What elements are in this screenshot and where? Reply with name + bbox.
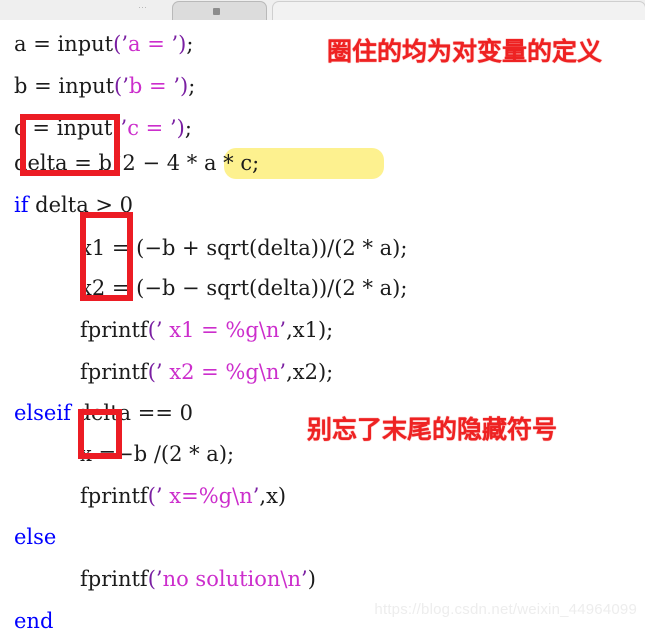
code-text: ) [307,567,316,591]
code-text: ,x) [259,484,287,508]
code-text: (’ [147,484,163,508]
code-text: x2 = %g\n [162,360,280,384]
code-line-end: end [14,611,53,632]
code-text: no solution\n [162,567,302,591]
code-text: ; [184,116,192,140]
code-text: x=%g\n [162,484,253,508]
code-text: (’ [147,567,163,591]
code-text: ’) [171,32,187,56]
annotation-note-top: 圈住的均为对变量的定义 [327,37,603,66]
annotation-box-x [78,409,122,459]
code-text: ’ [301,567,308,591]
code-text: ’) [169,116,185,140]
annotation-box-x1-x2 [80,212,133,301]
watermark-url: https://blog.csdn.net/weixin_44964099 [374,601,637,618]
code-line-fprintf-nosol: fprintf(’no solution\n’) [80,569,316,590]
keyword-if: if [14,193,29,217]
code-text: a = [128,32,172,56]
code-text: fprintf [80,484,148,508]
code-text: b = [128,74,174,98]
code-text: fprintf [80,318,148,342]
code-text: fprintf [80,360,148,384]
code-text: c = [127,116,170,140]
code-text: fprintf [80,567,148,591]
code-line-b-input: b = input(’b = ’); [14,76,195,97]
code-text: ,x1); [286,318,334,342]
code-line-a-input: a = input(’a = ’); [14,34,193,55]
code-line-fprintf-x: fprintf(’ x=%g\n’,x) [80,486,286,507]
code-line-else: else [14,527,56,548]
keyword-elseif: elseif [14,401,71,425]
code-text: x1 = %g\n [162,318,280,342]
code-text: (’ [113,32,128,56]
code-text: ; [188,74,196,98]
browser-tab-strip: ⋯ [0,0,645,21]
code-snippet-image: a = input(’a = ’); b = input(’b = ’); c … [0,20,645,632]
annotation-note-bottom: 别忘了末尾的隐藏符号 [307,415,558,444]
code-text: ,x2); [286,360,334,384]
code-text: (’ [114,74,129,98]
keyword-end: end [14,609,54,633]
code-line-fprintf-x2: fprintf(’ x2 = %g\n’,x2); [80,362,333,383]
code-line-fprintf-x1: fprintf(’ x1 = %g\n’,x1); [80,320,333,341]
tab-overflow-icon[interactable]: ⋯ [138,1,158,13]
code-text: ; [186,32,194,56]
browser-tab-active[interactable] [172,1,267,20]
keyword-else: else [14,525,57,549]
code-text: ’) [173,74,189,98]
code-text: (’ [147,360,163,384]
browser-tab-next[interactable] [272,1,645,20]
annotation-box-delta [20,114,120,176]
code-text: a = input [14,32,114,56]
code-text: b = input [14,74,115,98]
code-text: (’ [147,318,163,342]
page-favicon-icon [213,8,220,15]
